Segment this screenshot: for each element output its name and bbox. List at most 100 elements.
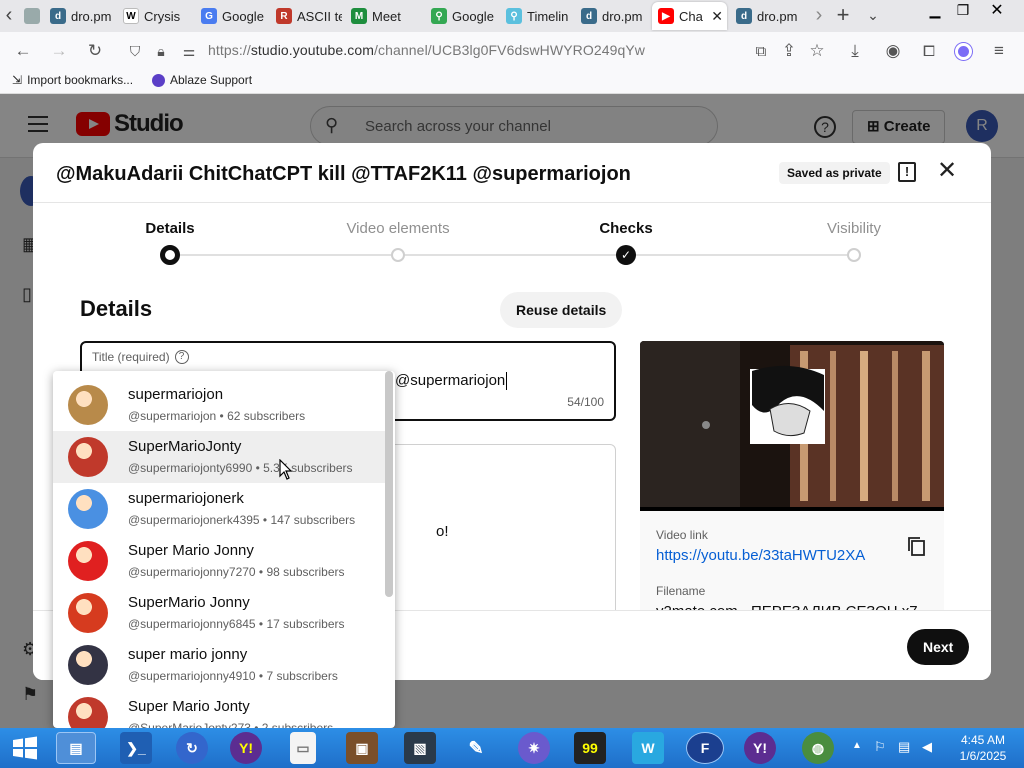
- mention-suggestion-item[interactable]: Super Mario Jonty @SuperMarioJonty273 • 2…: [53, 691, 385, 728]
- windows-taskbar: ▤ ❯_ ↻ Y! ▭ ▣ ▧ ✎ ✷ 99 W F Y! ◍ ▲ ⚐ ▤ ◀ …: [0, 728, 1024, 768]
- channel-name: Super Mario Jonny: [128, 542, 254, 559]
- mention-suggestion-item[interactable]: Super Mario Jonny @supermariojonny7270 • …: [53, 535, 385, 587]
- browser-tab[interactable]: R ASCII te: [270, 2, 342, 30]
- blank-document-icon[interactable]: ▭: [290, 732, 316, 764]
- mention-suggestion-item[interactable]: SuperMario Jonny @supermariojonny6845 • 1…: [53, 587, 385, 639]
- step-video-elements-dot[interactable]: [391, 248, 405, 262]
- profile-icon[interactable]: [950, 38, 976, 64]
- start-button-icon[interactable]: [6, 732, 44, 764]
- browser-tab[interactable]: G Google: [195, 2, 267, 30]
- bookmark-import[interactable]: ⇲ Import bookmarks...: [12, 73, 133, 87]
- bookmark-ablaze[interactable]: Ablaze Support: [152, 73, 252, 87]
- checkmark-icon[interactable]: ✓: [616, 245, 636, 265]
- title-value-text: @supermariojon: [395, 372, 506, 389]
- reuse-details-button[interactable]: Reuse details: [500, 292, 623, 328]
- window-close-icon[interactable]: ✕: [982, 0, 1012, 20]
- tab-partial[interactable]: <: [18, 2, 42, 30]
- chest-app-icon[interactable]: ▣: [346, 732, 378, 764]
- downloads-icon[interactable]: ⤓: [842, 38, 868, 64]
- step-checks-label[interactable]: Checks: [599, 220, 652, 237]
- browser-tab[interactable]: M Meet: [345, 2, 417, 30]
- shield-icon[interactable]: ⛉: [122, 38, 148, 64]
- tab-favicon-icon: d: [581, 8, 597, 24]
- help-icon[interactable]: ?: [174, 350, 189, 364]
- lock-icon[interactable]: 🔒︎: [148, 38, 174, 64]
- video-link[interactable]: https://youtu.be/33taHWTU2XA: [656, 547, 865, 564]
- dropdown-scrollbar[interactable]: [385, 371, 393, 597]
- channel-name: SuperMarioJonty: [128, 438, 242, 455]
- copy-icon[interactable]: [906, 535, 928, 557]
- step-visibility-label[interactable]: Visibility: [827, 220, 881, 237]
- extensions-icon[interactable]: ⧠: [916, 38, 942, 64]
- yahoo-mail-icon[interactable]: Y!: [744, 732, 776, 764]
- browser-tab[interactable]: ⚲ Timelin: [500, 2, 572, 30]
- file-explorer-icon[interactable]: ▤: [56, 732, 96, 764]
- account-icon[interactable]: ◉: [880, 38, 906, 64]
- new-tab-icon[interactable]: +: [834, 0, 852, 32]
- title-value: @supermariojon: [395, 372, 508, 391]
- tab-favicon-icon: W: [123, 8, 139, 24]
- next-button[interactable]: Next: [907, 629, 970, 665]
- globe-app-icon[interactable]: ◍: [802, 732, 834, 764]
- browser-tab[interactable]: ⚲ Google: [425, 2, 497, 30]
- browser-tab[interactable]: d dro.pm: [730, 2, 802, 30]
- w-app-icon[interactable]: W: [632, 732, 664, 764]
- step-details-label[interactable]: Details: [145, 220, 194, 237]
- system-clock[interactable]: 4:45 AM 1/6/2025: [950, 732, 1016, 764]
- section-heading: Details: [80, 296, 153, 321]
- avatar: [68, 489, 108, 529]
- browser-tab[interactable]: d dro.pm: [575, 2, 647, 30]
- picture-in-picture-icon[interactable]: ⧉: [748, 38, 774, 64]
- tab-favicon-icon: R: [276, 8, 292, 24]
- tab-scroll-right-icon[interactable]: ›: [810, 0, 828, 32]
- channel-handle-subscribers: @supermariojonny4910 • 7 subscribers: [128, 669, 338, 683]
- tab-list-chevron-down-icon[interactable]: ⌄: [864, 0, 882, 32]
- back-icon[interactable]: ←: [10, 38, 36, 64]
- gimp-icon[interactable]: ✎: [460, 732, 492, 764]
- bookmark-star-icon[interactable]: ☆: [804, 38, 830, 64]
- volume-icon[interactable]: ◀: [922, 739, 932, 755]
- fp-app-icon[interactable]: F: [686, 732, 724, 764]
- forward-icon[interactable]: →: [46, 38, 72, 64]
- tab-title: dro.pm: [757, 8, 798, 24]
- filename-label: Filename: [656, 584, 706, 598]
- mention-suggestion-item[interactable]: supermariojonerk @supermariojonerk4395 • …: [53, 483, 385, 535]
- permissions-icon[interactable]: ⚌: [176, 38, 202, 64]
- step-visibility-dot[interactable]: [847, 248, 861, 262]
- description-text: o!: [436, 523, 449, 540]
- step-details-dot[interactable]: [160, 245, 180, 265]
- channel-name: supermariojonerk: [128, 490, 244, 507]
- tray-expand-icon[interactable]: ▲: [852, 740, 862, 751]
- reload-icon[interactable]: ↻: [82, 38, 108, 64]
- menu-icon[interactable]: ≡: [986, 38, 1012, 64]
- restore-icon[interactable]: ❐: [948, 0, 978, 20]
- monitor-99-icon[interactable]: 99: [574, 732, 606, 764]
- virus-app-icon[interactable]: ✷: [518, 732, 550, 764]
- tab-scroll-left-icon[interactable]: ‹: [0, 0, 18, 32]
- text-caret: [506, 372, 508, 391]
- video-thumbnail[interactable]: [640, 341, 944, 511]
- photo-app-icon[interactable]: ▧: [404, 732, 436, 764]
- title-label-text: Title (required): [92, 350, 170, 364]
- step-video-elements-label[interactable]: Video elements: [346, 220, 449, 237]
- share-icon[interactable]: ⇪: [776, 38, 802, 64]
- saved-status-badge: Saved as private: [779, 162, 890, 184]
- mention-suggestion-item[interactable]: SuperMarioJonty @supermariojonty6990 • 5.…: [53, 431, 385, 483]
- mention-suggestion-item[interactable]: supermariojon @supermariojon • 62 subscri…: [53, 379, 385, 431]
- browser-tab[interactable]: ▶ Cha ✕: [652, 2, 727, 30]
- tab-close-icon[interactable]: ✕: [711, 8, 723, 25]
- network-icon[interactable]: ▤: [898, 739, 910, 755]
- minimize-icon[interactable]: ▁: [920, 0, 950, 20]
- yahoo-messenger-icon[interactable]: Y!: [230, 732, 262, 764]
- stepper-track: [170, 254, 854, 256]
- tray-flag-icon[interactable]: ⚐: [874, 739, 886, 755]
- browser-tab[interactable]: W Crysis: [117, 2, 189, 30]
- powershell-icon[interactable]: ❯_: [120, 732, 152, 764]
- url-bar[interactable]: https://studio.youtube.com/channel/UCB3l…: [208, 42, 645, 58]
- browser-tab[interactable]: d dro.pm: [44, 2, 116, 30]
- sync-app-icon[interactable]: ↻: [176, 732, 208, 764]
- mention-suggestion-item[interactable]: super mario jonny @supermariojonny4910 • …: [53, 639, 385, 691]
- tab-favicon-icon: G: [201, 8, 217, 24]
- feedback-alert-icon[interactable]: !: [898, 162, 916, 182]
- close-icon[interactable]: ✕: [937, 157, 957, 185]
